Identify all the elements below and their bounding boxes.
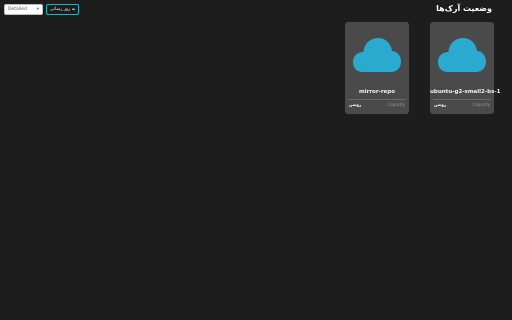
page-title: وضعیت آرک‌ها [436,4,492,13]
page: وضعیت آرک‌ها Detailed ▾ به روز رسانی ubu… [0,0,512,320]
capacity-label: Capacity [472,102,490,107]
vm-card[interactable]: mirror-repo روشن Capacity [345,22,409,114]
capacity-label: Capacity [387,102,405,107]
view-mode-select[interactable]: Detailed ▾ [4,4,43,15]
card-divider [433,99,491,100]
card-footer: روشن Capacity [434,102,490,107]
vm-name: mirror-repo [359,89,395,95]
vm-name: ubuntu-g2-small2-bs-1 [430,89,501,95]
chevron-down-icon: ▾ [36,7,39,12]
power-state: روشن [434,102,447,107]
refresh-button[interactable]: به روز رسانی [46,4,80,15]
view-mode-value: Detailed [8,7,27,12]
cloud-icon [353,38,401,72]
card-footer: روشن Capacity [349,102,405,107]
vm-card[interactable]: ubuntu-g2-small2-bs-1 روشن Capacity [430,22,501,114]
cloud-icon [438,38,486,72]
power-state: روشن [349,102,362,107]
toolbar: Detailed ▾ به روز رسانی [4,4,80,15]
card-divider [348,99,406,100]
